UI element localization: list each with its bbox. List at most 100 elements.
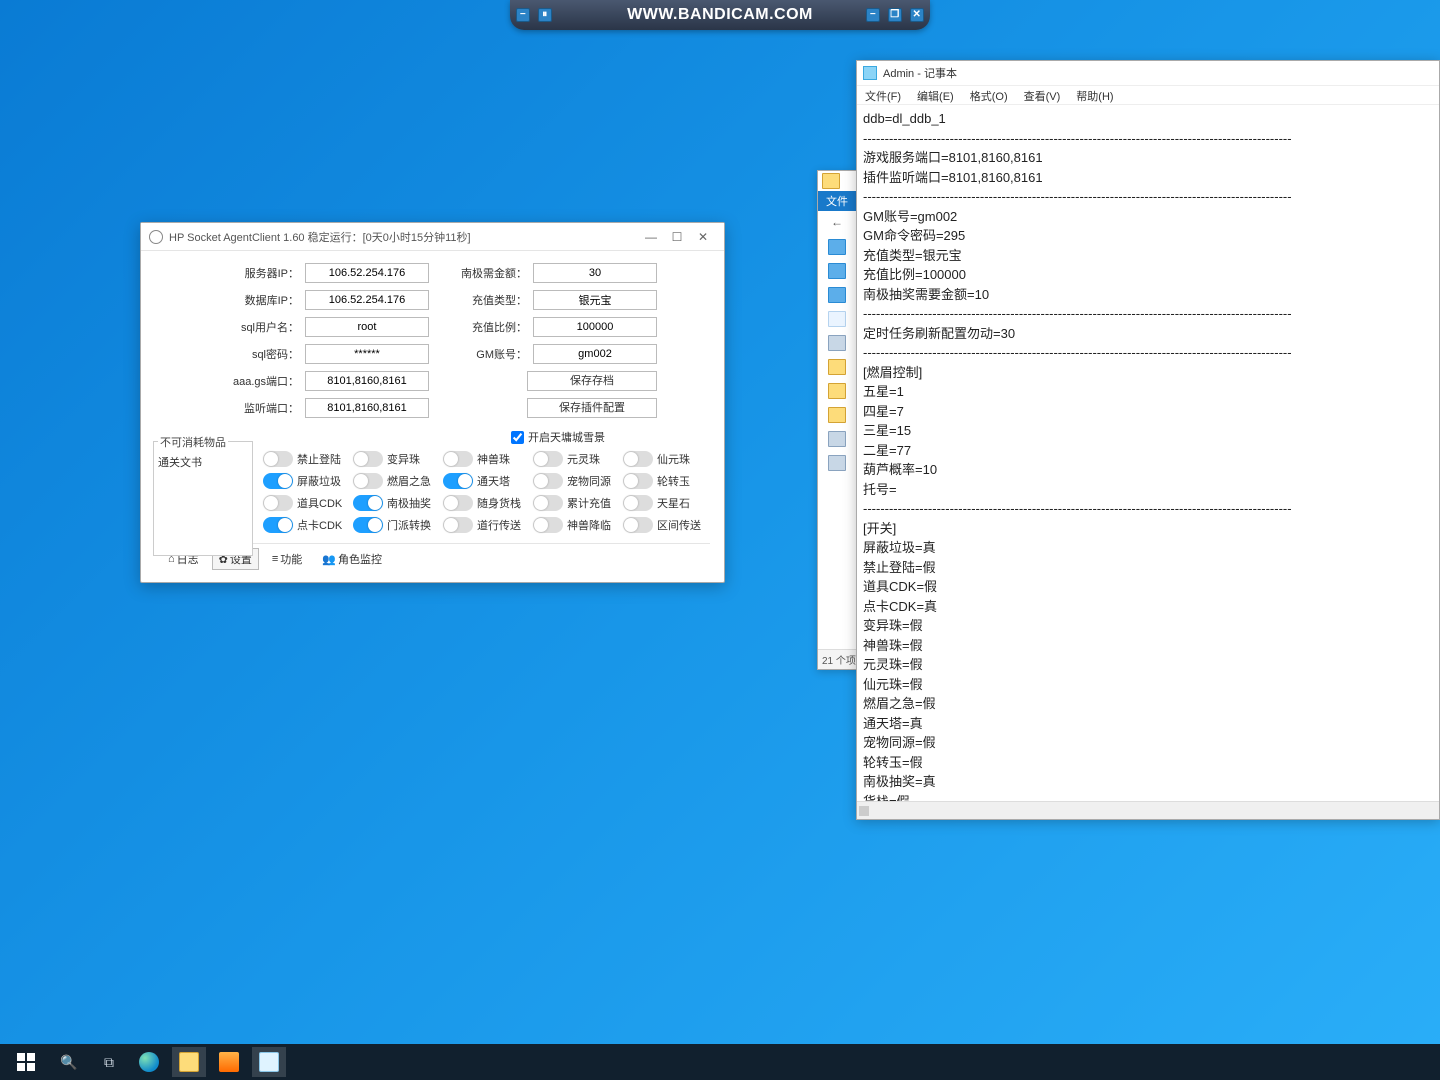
notepad-window: Admin - 记事本 文件(F) 编辑(E) 格式(O) 查看(V) 帮助(H…: [856, 60, 1440, 820]
search-button[interactable]: 🔍: [52, 1047, 86, 1077]
gs-port-input[interactable]: [305, 371, 429, 391]
bandicam-ctrl-2: ⏸: [538, 8, 552, 22]
notepad-icon: [259, 1052, 279, 1072]
notepad-scrollbar[interactable]: [857, 801, 1439, 819]
app-titlebar[interactable]: HP Socket AgentClient 1.60 稳定运行：[0天0小时15…: [141, 223, 724, 251]
app-icon: [149, 230, 163, 244]
taskbar-app1[interactable]: [212, 1047, 246, 1077]
this-pc-icon[interactable]: [828, 335, 846, 351]
toggle-forbid-login[interactable]: [263, 451, 293, 467]
snowy-checkbox-label: 开启天墉城雪景: [528, 429, 605, 445]
desktop-icon[interactable]: [828, 263, 846, 279]
menu-help[interactable]: 帮助(H): [1068, 86, 1121, 104]
taskbar-explorer[interactable]: [172, 1047, 206, 1077]
toggle-ranmei[interactable]: [353, 473, 383, 489]
explorer-status-bar: 21 个项: [818, 649, 856, 669]
unconsumable-item[interactable]: 通关文书: [158, 454, 248, 470]
folder-icon[interactable]: [828, 359, 846, 375]
db-ip-label: 数据库IP：: [231, 292, 299, 308]
sql-pass-input[interactable]: [305, 344, 429, 364]
gm-account-label: GM账号：: [459, 346, 527, 362]
minimize-button[interactable]: —: [638, 228, 664, 246]
toggle-block-trash[interactable]: [263, 473, 293, 489]
toggle-zone-transfer[interactable]: [623, 517, 653, 533]
bandicam-ctrl-3: −: [866, 8, 880, 22]
sql-user-label: sql用户名：: [231, 319, 299, 335]
charge-ratio-label: 充值比例：: [459, 319, 527, 335]
app-title: HP Socket AgentClient 1.60 稳定运行：[0天0小时15…: [169, 229, 471, 245]
toggle-item-cdk[interactable]: [263, 495, 293, 511]
notepad-menu-bar: 文件(F) 编辑(E) 格式(O) 查看(V) 帮助(H): [857, 85, 1439, 105]
folder-icon[interactable]: [828, 383, 846, 399]
hpsocket-agent-window: HP Socket AgentClient 1.60 稳定运行：[0天0小时15…: [140, 222, 725, 583]
taskbar: 🔍 ⧉: [0, 1044, 1440, 1080]
listen-port-label: 监听端口：: [231, 400, 299, 416]
toggle-tongtian-tower[interactable]: [443, 473, 473, 489]
save-archive-button[interactable]: 保存存档: [527, 371, 657, 391]
gm-account-input[interactable]: [533, 344, 657, 364]
nanji-amount-input[interactable]: [533, 263, 657, 283]
toggle-lunzhuan-jade[interactable]: [623, 473, 653, 489]
notepad-titlebar[interactable]: Admin - 记事本: [857, 61, 1439, 85]
toggle-pet-source[interactable]: [533, 473, 563, 489]
documents-icon[interactable]: [828, 311, 846, 327]
toggle-total-recharge[interactable]: [533, 495, 563, 511]
toggle-shenshou-pearl[interactable]: [443, 451, 473, 467]
db-ip-input[interactable]: [305, 290, 429, 310]
toggle-card-cdk[interactable]: [263, 517, 293, 533]
feature-toggle-section: 禁止登陆 变异珠 神兽珠 元灵珠 仙元珠 屏蔽垃圾 燃眉之急 通天塔 宠物同源 …: [263, 451, 710, 533]
menu-file[interactable]: 文件(F): [857, 86, 909, 104]
folder-icon[interactable]: [828, 407, 846, 423]
downloads-icon[interactable]: [828, 287, 846, 303]
folder-icon: [179, 1052, 199, 1072]
menu-view[interactable]: 查看(V): [1016, 86, 1069, 104]
listen-port-input[interactable]: [305, 398, 429, 418]
toggle-yuanling-pearl[interactable]: [533, 451, 563, 467]
gs-port-label: aaa.gs端口：: [231, 373, 299, 389]
save-plugin-config-button[interactable]: 保存插件配置: [527, 398, 657, 418]
drive-icon[interactable]: [828, 431, 846, 447]
charge-type-label: 充值类型：: [459, 292, 527, 308]
explorer-file-tab[interactable]: 文件: [818, 191, 856, 211]
people-icon: 👥: [322, 553, 336, 566]
snowy-checkbox[interactable]: [511, 431, 524, 444]
folder-icon: [822, 173, 840, 189]
charge-type-input[interactable]: [533, 290, 657, 310]
toggle-nanji-lottery[interactable]: [353, 495, 383, 511]
scroll-thumb[interactable]: [859, 806, 869, 816]
charge-ratio-input[interactable]: [533, 317, 657, 337]
bandicam-ctrl-5: ✕: [910, 8, 924, 22]
toggle-shenshou-descend[interactable]: [533, 517, 563, 533]
toggle-tianxing-stone[interactable]: [623, 495, 653, 511]
network-icon[interactable]: [828, 455, 846, 471]
toggle-xianyuan-pearl[interactable]: [623, 451, 653, 467]
taskbar-notepad[interactable]: [252, 1047, 286, 1077]
toggle-daoxing-transfer[interactable]: [443, 517, 473, 533]
task-view-button[interactable]: ⧉: [92, 1047, 126, 1077]
nanji-amount-label: 南极需金额：: [459, 265, 527, 281]
close-button[interactable]: ✕: [690, 228, 716, 246]
toggle-portable-warehouse[interactable]: [443, 495, 473, 511]
tab-func[interactable]: ≡功能: [265, 548, 309, 570]
toggle-bianyi-pearl[interactable]: [353, 451, 383, 467]
toggle-faction-switch[interactable]: [353, 517, 383, 533]
bandicam-ctrl-4: ❐: [888, 8, 902, 22]
menu-edit[interactable]: 编辑(E): [909, 86, 962, 104]
sql-user-input[interactable]: [305, 317, 429, 337]
notepad-icon: [863, 66, 877, 80]
taskbar-edge[interactable]: [132, 1047, 166, 1077]
file-explorer-window[interactable]: 文件 ← 21 个项: [817, 170, 857, 670]
server-ip-input[interactable]: [305, 263, 429, 283]
tab-role-monitor[interactable]: 👥角色监控: [315, 548, 389, 570]
bandicam-text: WWW.BANDICAM.COM: [627, 6, 813, 24]
bandicam-watermark: − ⏸ WWW.BANDICAM.COM − ❐ ✕: [510, 0, 930, 30]
notepad-content[interactable]: ddb=dl_ddb_1 ---------------------------…: [857, 105, 1439, 801]
server-ip-label: 服务器IP：: [231, 265, 299, 281]
controls-icon: ≡: [272, 553, 278, 565]
app-icon: [219, 1052, 239, 1072]
maximize-button[interactable]: ☐: [664, 228, 690, 246]
explorer-back-button[interactable]: ←: [818, 211, 856, 233]
start-button[interactable]: [6, 1047, 46, 1077]
menu-format[interactable]: 格式(O): [962, 86, 1016, 104]
quick-access-icon[interactable]: [828, 239, 846, 255]
